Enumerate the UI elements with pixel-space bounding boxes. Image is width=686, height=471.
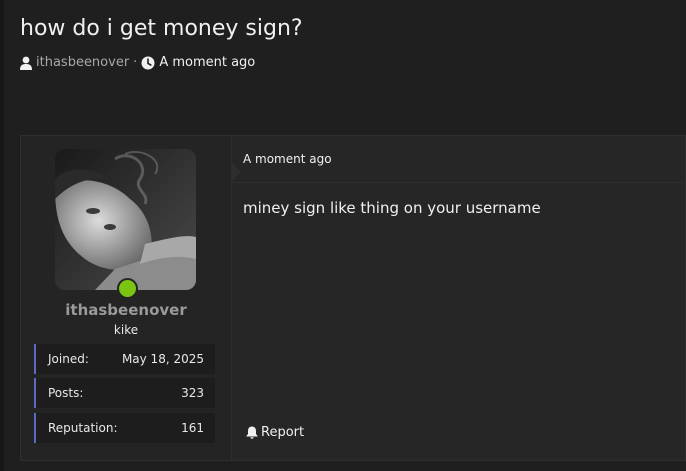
meta-separator: · <box>133 55 138 70</box>
stat-label: Posts: <box>48 386 84 400</box>
stat-row-posts: Posts: 323 <box>34 378 215 408</box>
post-author-title: kike <box>113 323 139 337</box>
user-icon <box>20 56 32 70</box>
avatar[interactable] <box>55 149 196 290</box>
bell-icon <box>246 426 258 439</box>
thread-title: how do i get money sign? <box>20 16 303 41</box>
thread-meta: ithasbeenover · A moment ago <box>20 55 255 70</box>
stat-label: Joined: <box>48 352 89 366</box>
stat-row-reputation: Reputation: 161 <box>34 413 215 443</box>
post-author-sidebar: ithasbeenover kike Joined: May 18, 2025 … <box>21 136 232 460</box>
post-author-username[interactable]: ithasbeenover <box>21 301 231 319</box>
report-button[interactable]: Report <box>246 425 304 440</box>
online-status-dot <box>117 278 138 299</box>
stat-value: 161 <box>181 421 204 435</box>
thread-time-link[interactable]: A moment ago <box>159 55 255 70</box>
page-left-edge <box>0 0 4 471</box>
post-body: miney sign like thing on your username <box>243 199 541 217</box>
report-label: Report <box>261 425 305 440</box>
post-header: A moment ago <box>231 136 685 183</box>
thread-page: how do i get money sign? ithasbeenover ·… <box>0 0 686 471</box>
thread-author-link[interactable]: ithasbeenover <box>36 55 129 70</box>
post-container: ithasbeenover kike Joined: May 18, 2025 … <box>20 135 686 461</box>
stat-value: May 18, 2025 <box>121 352 204 366</box>
stat-row-joined: Joined: May 18, 2025 <box>34 344 215 374</box>
stat-label: Reputation: <box>48 421 118 435</box>
post-date-link[interactable]: A moment ago <box>243 152 332 166</box>
clock-icon <box>141 56 155 70</box>
stat-value: 323 <box>181 386 204 400</box>
